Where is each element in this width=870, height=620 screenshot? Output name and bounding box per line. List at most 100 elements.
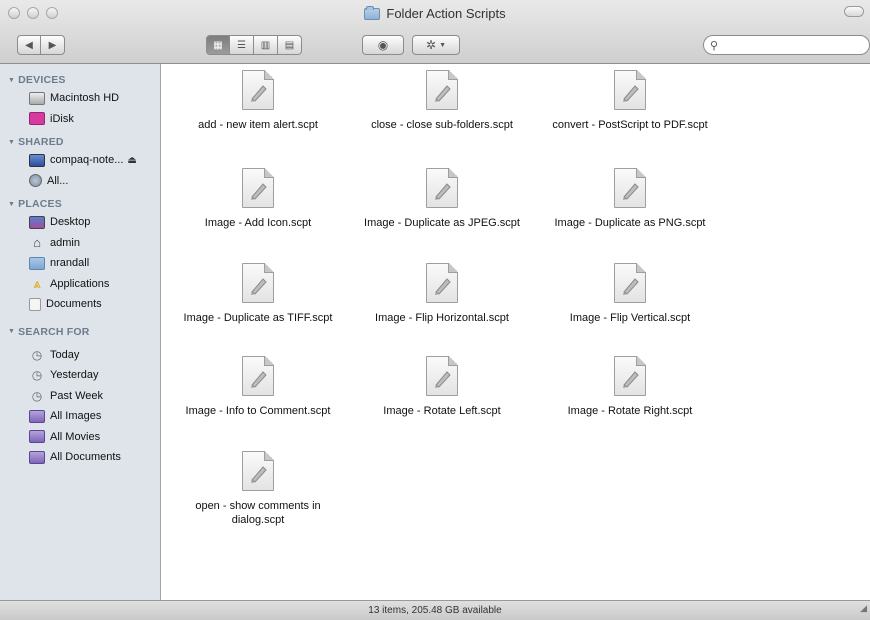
sidebar-item-documents[interactable]: Documents: [0, 294, 160, 315]
applications-icon: ⩓: [33, 275, 41, 291]
file-name: add - new item alert.scpt: [198, 119, 318, 131]
smart-folder-icon: [29, 450, 45, 464]
sidebar-item-idisk[interactable]: iDisk: [0, 109, 160, 130]
sidebar-item-yesterday[interactable]: ◷ Yesterday: [0, 365, 160, 386]
quicklook-button[interactable]: ◉: [362, 35, 404, 55]
icon-view-icon: ▦: [213, 39, 223, 51]
chevron-down-icon: ▼: [439, 41, 446, 49]
back-arrow-icon: ◀: [25, 39, 33, 51]
file-item[interactable]: Image - Flip Vertical.scpt: [540, 263, 720, 325]
sidebar-item-applications[interactable]: ⩓ Applications: [0, 274, 160, 295]
file-item[interactable]: Image - Flip Horizontal.scpt: [352, 263, 532, 325]
eye-icon: ◉: [377, 38, 389, 52]
applescript-file-icon: [614, 263, 646, 303]
column-view-button[interactable]: ▥: [254, 35, 278, 55]
applescript-file-icon: [614, 168, 646, 208]
file-item[interactable]: Image - Duplicate as TIFF.scpt: [168, 263, 348, 325]
status-bar: 13 items, 205.48 GB available ◢: [0, 600, 870, 620]
sidebar-item-admin[interactable]: ⌂ admin: [0, 233, 160, 254]
sidebar-item-label: Today: [50, 348, 80, 361]
nav-buttons: ◀ ▶: [17, 35, 65, 55]
network-icon: [29, 174, 42, 188]
smart-folder-icon: [29, 430, 45, 444]
sidebar-item-label: Yesterday: [50, 369, 99, 382]
file-item[interactable]: Image - Duplicate as JPEG.scpt: [352, 168, 532, 230]
file-name: open - show comments in dialog.scpt: [195, 500, 321, 526]
toolbar-toggle-button[interactable]: [844, 6, 864, 17]
disclosure-triangle-icon[interactable]: ▼: [8, 139, 15, 146]
resize-grip-icon[interactable]: ◢: [860, 599, 867, 618]
file-item[interactable]: Image - Add Icon.scpt: [168, 168, 348, 230]
sidebar-item-label: Documents: [46, 298, 102, 311]
sidebar-section-search-for[interactable]: ▼ SEARCH FOR: [0, 324, 160, 340]
sidebar-item-macintosh-hd[interactable]: Macintosh HD: [0, 88, 160, 109]
applescript-file-icon: [242, 168, 274, 208]
sidebar-section-devices[interactable]: ▼ DEVICES: [0, 72, 160, 88]
file-name: Image - Info to Comment.scpt: [185, 405, 331, 417]
action-button[interactable]: ✲ ▼: [412, 35, 460, 55]
icon-view-button[interactable]: ▦: [206, 35, 230, 55]
file-item[interactable]: Image - Duplicate as PNG.scpt: [540, 168, 720, 230]
file-icon-view[interactable]: add - new item alert.scpt close - close …: [162, 64, 870, 600]
sidebar-section-shared[interactable]: ▼ SHARED: [0, 134, 160, 150]
sidebar-item-nrandall[interactable]: nrandall: [0, 253, 160, 274]
applescript-file-icon: [242, 451, 274, 491]
forward-arrow-icon: ▶: [48, 39, 57, 51]
sidebar-item-compaq[interactable]: compaq-note... ⏏: [0, 150, 160, 171]
sidebar-item-all-images[interactable]: All Images: [0, 406, 160, 427]
file-name: Image - Add Icon.scpt: [204, 217, 312, 229]
sidebar-section-label: DEVICES: [18, 74, 66, 86]
sidebar-item-all-shared[interactable]: All...: [0, 171, 160, 192]
forward-button[interactable]: ▶: [41, 35, 65, 55]
window-title-text: Folder Action Scripts: [386, 6, 506, 21]
gear-icon: ✲: [426, 38, 437, 52]
search-icon: ⚲: [710, 39, 719, 52]
sidebar-item-desktop[interactable]: Desktop: [0, 212, 160, 233]
sidebar-section-places[interactable]: ▼ PLACES: [0, 196, 160, 212]
applescript-file-icon: [614, 70, 646, 110]
hard-drive-icon: [29, 91, 45, 105]
file-name: close - close sub-folders.scpt: [371, 119, 513, 131]
applescript-file-icon: [242, 263, 274, 303]
sidebar-item-label: iDisk: [50, 112, 74, 125]
status-text: 13 items, 205.48 GB available: [368, 605, 502, 616]
file-name: Image - Rotate Right.scpt: [567, 405, 693, 417]
sidebar-item-label: admin: [50, 236, 80, 249]
sidebar-item-all-movies[interactable]: All Movies: [0, 427, 160, 448]
cover-flow-button[interactable]: ▤: [278, 35, 302, 55]
search-field[interactable]: ⚲: [703, 35, 870, 55]
file-item[interactable]: close - close sub-folders.scpt: [352, 70, 532, 132]
search-input[interactable]: [722, 39, 863, 51]
sidebar-item-label: All Images: [50, 410, 102, 423]
sidebar-section-label: SEARCH FOR: [18, 325, 90, 338]
cover-flow-icon: ▤: [284, 39, 295, 51]
sidebar-item-all-documents[interactable]: All Documents: [0, 447, 160, 468]
file-item[interactable]: add - new item alert.scpt: [168, 70, 348, 132]
file-item[interactable]: Image - Rotate Right.scpt: [540, 356, 720, 418]
disclosure-triangle-icon[interactable]: ▼: [8, 328, 15, 335]
sidebar-section-label: PLACES: [18, 198, 62, 210]
list-view-icon: ☰: [237, 39, 246, 51]
file-item[interactable]: open - show comments in dialog.scpt: [168, 451, 348, 527]
sidebar-item-label: nrandall: [50, 257, 90, 270]
file-item[interactable]: convert - PostScript to PDF.scpt: [540, 70, 720, 132]
file-item[interactable]: Image - Rotate Left.scpt: [352, 356, 532, 418]
sidebar-item-label: All Documents: [50, 451, 121, 464]
eject-icon[interactable]: ⏏: [127, 155, 136, 166]
sidebar-item-label: Desktop: [50, 216, 91, 229]
list-view-button[interactable]: ☰: [230, 35, 254, 55]
file-name: Image - Duplicate as PNG.scpt: [554, 217, 706, 229]
column-view-icon: ▥: [260, 39, 271, 51]
disclosure-triangle-icon[interactable]: ▼: [8, 201, 15, 208]
sidebar-item-past-week[interactable]: ◷ Past Week: [0, 386, 160, 407]
sidebar-item-label: compaq-note...: [50, 154, 124, 167]
sidebar-section-label: SHARED: [18, 136, 64, 148]
sidebar-item-today[interactable]: ◷ Today: [0, 345, 160, 366]
back-button[interactable]: ◀: [17, 35, 41, 55]
file-item[interactable]: Image - Info to Comment.scpt: [168, 356, 348, 418]
file-name: Image - Duplicate as JPEG.scpt: [364, 217, 520, 229]
folder-icon: [364, 5, 381, 20]
clock-icon: ◷: [31, 368, 43, 383]
clock-icon: ◷: [31, 388, 43, 403]
disclosure-triangle-icon[interactable]: ▼: [8, 77, 15, 84]
